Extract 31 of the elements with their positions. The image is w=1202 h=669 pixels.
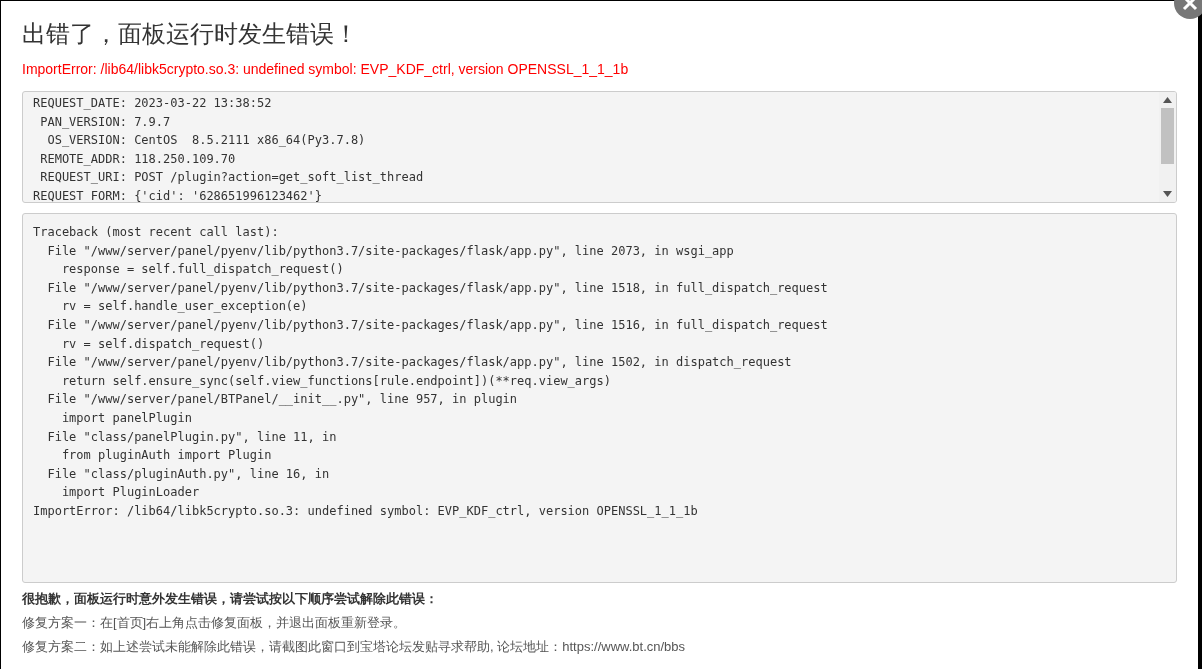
code-line: PAN_VERSION: 7.9.7 (39, 113, 171, 131)
code-line: rv = self.dispatch_request() (60, 335, 265, 353)
fix-instruction: 修复方案一：在[首页]右上角点击修复面板，并退出面板重新登录。 (22, 614, 407, 632)
scroll-down-arrow-icon[interactable] (1163, 191, 1172, 197)
code-line: REQUEST FORM: {'cid': '628651996123462'} (33, 187, 322, 202)
code-line: File "/www/server/panel/pyenv/lib/python3.7/site-packages/flask/app.py", line 1502, in dispatch_request (46, 354, 792, 372)
fix-instruction: 修复方案二：如上述尝试未能解除此错误，请截图此窗口到宝塔论坛发贴寻求帮助, 论坛地址：https://www.bt.cn/bbs (22, 638, 686, 656)
code-line: import PluginLoader (60, 484, 200, 502)
code-line: response = self.full_dispatch_request() (60, 261, 344, 279)
scrollbar[interactable] (1159, 92, 1176, 202)
scroll-up-arrow-icon[interactable] (1163, 97, 1172, 103)
code-line: REQUEST_URI: POST /plugin?action=get_soft_list_thread (39, 169, 424, 187)
code-line: rv = self.handle_user_exception(e) (60, 298, 308, 316)
code-line: File "/www/server/panel/BTPanel/__init__.py", line 957, in plugin (46, 391, 518, 409)
code-line: ImportError: /lib64/libk5crypto.so.3: undefined symbol: EVP_KDF_ctrl, version OPENSSL_1_1_1b (33, 502, 698, 520)
code-line: File "class/pluginAuth.py", line 16, in (46, 465, 330, 483)
code-line: File "/www/server/panel/pyenv/lib/python3.7/site-packages/flask/app.py", line 1516, in full_dispatch_request (46, 316, 828, 334)
code-line: import panelPlugin (60, 409, 192, 427)
dialog-title: 出错了，面板运行时发生错误！ (22, 19, 359, 49)
code-line: return self.ensure_sync(self.view_functions[rule.endpoint])(**req.view_args) (60, 372, 611, 390)
error-message: ImportError: /lib64/libk5crypto.so.3: undefined symbol: EVP_KDF_ctrl, version OPENSSL_1_1_1b (22, 60, 630, 79)
code-line: OS_VERSION: CentOS 8.5.2111 x86_64(Py3.7.8) (46, 132, 366, 150)
code-line: REQUEST_DATE: 2023-03-22 13:38:52 (33, 95, 272, 112)
code-line: File "/www/server/panel/pyenv/lib/python3.7/site-packages/flask/app.py", line 2073, in wsgi_app (46, 242, 734, 260)
code-line: File "/www/server/panel/pyenv/lib/python3.7/site-packages/flask/app.py", line 1518, in full_dispatch_request (46, 279, 828, 297)
help-heading: 很抱歉，面板运行时意外发生错误，请尝试按以下顺序尝试解除此错误： (22, 590, 438, 608)
close-icon[interactable] (1174, 0, 1202, 19)
code-line: REMOTE_ADDR: 118.250.109.70 (39, 150, 236, 168)
code-line: File "class/panelPlugin.py", line 11, in (46, 428, 337, 446)
code-line: from pluginAuth import Plugin (60, 447, 272, 465)
code-line: Traceback (most recent call last): (33, 224, 279, 241)
